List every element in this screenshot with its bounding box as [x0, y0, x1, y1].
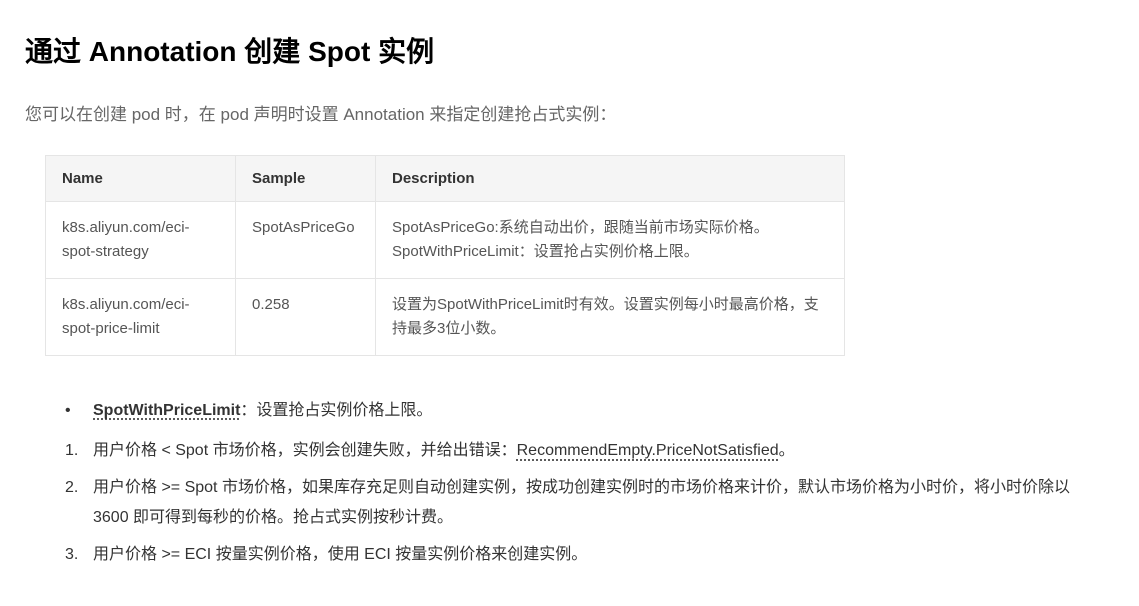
- annotation-table-wrap: Name Sample Description k8s.aliyun.com/e…: [25, 155, 1114, 356]
- cell-name: k8s.aliyun.com/eci-spot-strategy: [46, 202, 236, 279]
- ol-text: 用户价格 >= Spot 市场价格，如果库存充足则自动创建实例，按成功创建实例时…: [93, 473, 1093, 534]
- list-item: 3. 用户价格 >= ECI 按量实例价格，使用 ECI 按量实例价格来创建实例…: [65, 540, 1114, 570]
- bullet-marker-icon: •: [65, 396, 93, 426]
- ol-post: 。: [779, 442, 795, 459]
- cell-sample: SpotAsPriceGo: [236, 202, 376, 279]
- ol-text: 用户价格 >= ECI 按量实例价格，使用 ECI 按量实例价格来创建实例。: [93, 540, 1093, 570]
- list-item: 1. 用户价格 < Spot 市场价格，实例会创建失败，并给出错误：Recomm…: [65, 436, 1114, 466]
- th-name: Name: [46, 156, 236, 202]
- bullet-rest: ：设置抢占实例价格上限。: [240, 402, 432, 419]
- annotation-table: Name Sample Description k8s.aliyun.com/e…: [45, 155, 845, 356]
- ol-number: 3.: [65, 540, 93, 570]
- ol-number: 2.: [65, 473, 93, 503]
- th-sample: Sample: [236, 156, 376, 202]
- bullet-label: SpotWithPriceLimit: [93, 402, 240, 419]
- cell-description: SpotAsPriceGo:系统自动出价，跟随当前市场实际价格。SpotWith…: [376, 202, 845, 279]
- ol-pre: 用户价格 < Spot 市场价格，实例会创建失败，并给出错误：: [93, 442, 517, 459]
- bullet-item: • SpotWithPriceLimit：设置抢占实例价格上限。: [65, 396, 1114, 426]
- table-row: k8s.aliyun.com/eci-spot-strategy SpotAsP…: [46, 202, 845, 279]
- bullet-text: SpotWithPriceLimit：设置抢占实例价格上限。: [93, 396, 432, 426]
- cell-sample: 0.258: [236, 279, 376, 356]
- page-title: 通过 Annotation 创建 Spot 实例: [25, 30, 1114, 70]
- intro-text: 您可以在创建 pod 时，在 pod 声明时设置 Annotation 来指定创…: [25, 100, 1114, 125]
- ol-text: 用户价格 < Spot 市场价格，实例会创建失败，并给出错误：Recommend…: [93, 436, 1093, 466]
- cell-description: 设置为SpotWithPriceLimit时有效。设置实例每小时最高价格，支持最…: [376, 279, 845, 356]
- th-description: Description: [376, 156, 845, 202]
- cell-name: k8s.aliyun.com/eci-spot-price-limit: [46, 279, 236, 356]
- table-row: k8s.aliyun.com/eci-spot-price-limit 0.25…: [46, 279, 845, 356]
- error-code: RecommendEmpty.PriceNotSatisfied: [517, 442, 779, 459]
- list-section: • SpotWithPriceLimit：设置抢占实例价格上限。 1. 用户价格…: [25, 396, 1114, 570]
- ol-number: 1.: [65, 436, 93, 466]
- list-item: 2. 用户价格 >= Spot 市场价格，如果库存充足则自动创建实例，按成功创建…: [65, 473, 1114, 534]
